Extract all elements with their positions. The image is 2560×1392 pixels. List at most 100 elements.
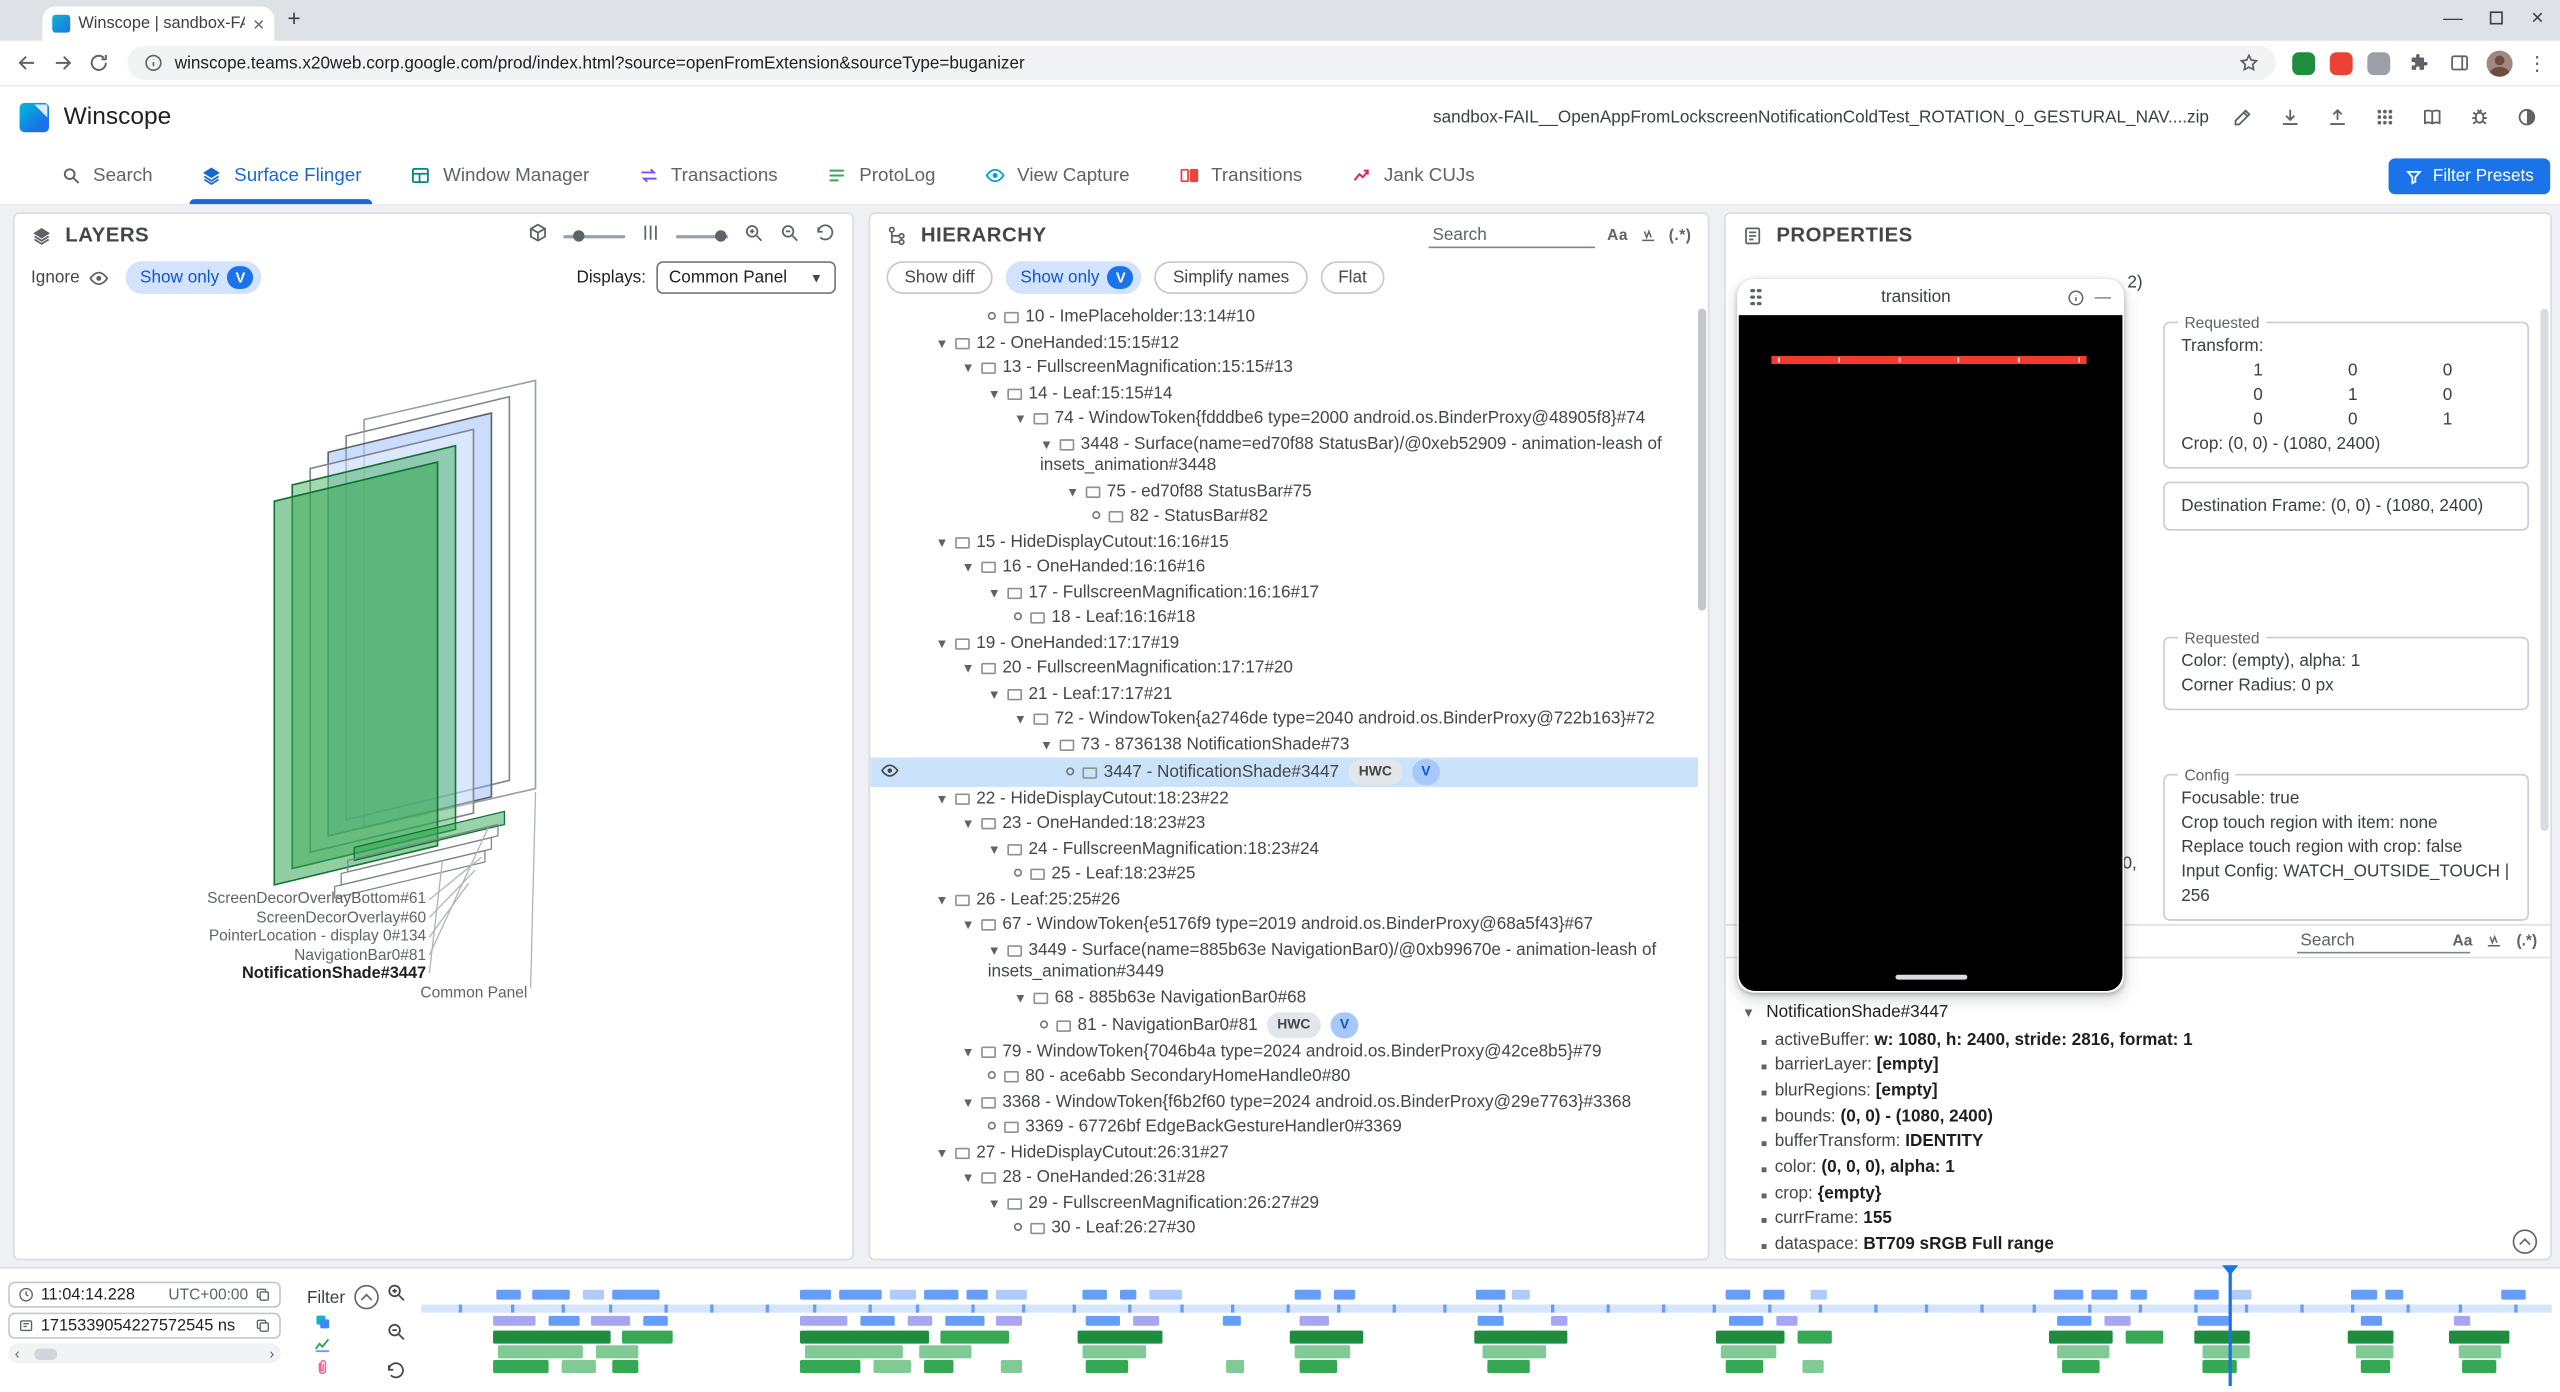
collapse-properties-button[interactable] — [2513, 1229, 2537, 1253]
tree-node[interactable]: ▼29 - FullscreenMagnification:26:27#29 — [870, 1191, 1698, 1216]
transition-floating-card[interactable]: transition — — [1737, 279, 2124, 992]
edit-icon[interactable] — [2230, 104, 2256, 130]
back-icon[interactable] — [13, 50, 39, 76]
drag-handle-icon[interactable] — [1750, 287, 1765, 307]
expand-chevron-icon[interactable]: ▼ — [988, 687, 1001, 702]
tree-node[interactable]: ▼68 - 885b63e NavigationBar0#68 — [870, 985, 1698, 1010]
download-icon[interactable] — [2278, 104, 2304, 130]
tree-node[interactable]: ▼27 - HideDisplayCutout:26:31#27 — [870, 1140, 1698, 1165]
expand-chevron-icon[interactable]: ▼ — [962, 816, 975, 831]
tree-node[interactable]: ▼22 - HideDisplayCutout:18:23#22 — [870, 786, 1698, 811]
tree-node[interactable]: 3447 - NotificationShade#3447HWCV — [870, 758, 1698, 787]
expand-chevron-icon[interactable]: ▼ — [962, 1171, 975, 1186]
tree-node[interactable]: ▼26 - Leaf:25:25#26 — [870, 887, 1698, 912]
ignore-toggle[interactable]: Ignore — [31, 267, 109, 288]
expand-chevron-icon[interactable]: ▼ — [988, 1196, 1001, 1211]
timeline-row-4[interactable] — [421, 1345, 2552, 1358]
properties-root-node[interactable]: ▼ NotificationShade#3447 — [1726, 999, 2550, 1028]
tree-node[interactable]: ▼3448 - Surface(name=ed70f88 StatusBar)/… — [870, 432, 1698, 479]
browser-menu-icon[interactable]: ⋮ — [2527, 51, 2547, 74]
info-icon[interactable] — [2067, 288, 2085, 306]
property-row[interactable]: barrierLayer: [empty] — [1726, 1053, 2550, 1079]
copy-timestamp-icon[interactable] — [255, 1318, 271, 1334]
layers-3d-canvas[interactable]: ScreenDecorOverlayBottom#61ScreenDecorOv… — [15, 305, 853, 1258]
expand-chevron-icon[interactable]: ▼ — [962, 918, 975, 933]
show-diff-button[interactable]: Show diff — [887, 261, 993, 294]
url-bar[interactable]: winscope.teams.x20web.corp.google.com/pr… — [127, 46, 2276, 80]
collapse-timeline-button[interactable] — [355, 1285, 379, 1309]
expand-chevron-icon[interactable]: ▼ — [936, 535, 949, 550]
extensions-puzzle-icon[interactable] — [2405, 50, 2431, 76]
tree-node[interactable]: ▼23 - OneHanded:18:23#23 — [870, 811, 1698, 836]
layer-label[interactable]: ScreenDecorOverlayBottom#61 — [207, 890, 426, 909]
expand-chevron-icon[interactable]: ▼ — [988, 386, 1001, 401]
timeline-row-1[interactable] — [421, 1304, 2552, 1312]
tree-node[interactable]: ▼79 - WindowToken{7046b4a type=2024 andr… — [870, 1039, 1698, 1064]
tree-node[interactable]: ▼72 - WindowToken{a2746de type=2040 andr… — [870, 707, 1698, 732]
expand-chevron-icon[interactable]: ▼ — [1040, 437, 1053, 452]
tab-search[interactable]: Search — [36, 147, 177, 204]
window-maximize-button[interactable] — [2490, 11, 2503, 24]
tree-node[interactable]: ▼24 - FullscreenMagnification:18:23#24 — [870, 837, 1698, 862]
property-row[interactable]: crop: {empty} — [1726, 1182, 2550, 1208]
current-time-field[interactable]: 11:04:14.228 UTC+00:00 — [8, 1282, 281, 1308]
upload-icon[interactable] — [2325, 104, 2351, 130]
tree-node[interactable]: ▼19 - OneHanded:17:17#19 — [870, 631, 1698, 656]
properties-scrollbar[interactable] — [2540, 309, 2548, 831]
expand-chevron-icon[interactable]: ▼ — [1040, 737, 1053, 752]
tree-node[interactable]: 80 - ace6abb SecondaryHomeHandle0#80 — [870, 1064, 1698, 1089]
tree-node[interactable]: ▼75 - ed70f88 StatusBar#75 — [870, 479, 1698, 504]
tree-node[interactable]: 10 - ImePlaceholder:13:14#10 — [870, 305, 1698, 330]
minimize-card-icon[interactable]: — — [2095, 288, 2111, 306]
layer-label[interactable]: ScreenDecorOverlay#60 — [256, 909, 426, 928]
displays-select[interactable]: Common Panel ▼ — [656, 261, 836, 294]
tree-node[interactable]: ▼3449 - Surface(name=885b63e NavigationB… — [870, 938, 1698, 985]
property-row[interactable]: bounds: (0, 0) - (1080, 2400) — [1726, 1105, 2550, 1131]
tree-node[interactable]: ▼67 - WindowToken{e5176f9 type=2019 andr… — [870, 913, 1698, 938]
property-row[interactable]: blurRegions: [empty] — [1726, 1079, 2550, 1105]
bookmark-star-icon[interactable] — [2238, 52, 2259, 73]
hierarchy-search-input[interactable] — [1429, 223, 1596, 247]
layer-label[interactable]: NotificationShade#3447 — [242, 965, 426, 984]
tab-protolog[interactable]: ProtoLog — [802, 147, 960, 204]
forward-icon[interactable] — [49, 50, 75, 76]
property-row[interactable]: color: (0, 0, 0), alpha: 1 — [1726, 1156, 2550, 1182]
extension-icon-green[interactable] — [2292, 51, 2315, 74]
layer-label[interactable]: PointerLocation - display 0#134 — [209, 927, 426, 946]
current-ns-field[interactable]: 1715339054227572545 ns — [8, 1313, 281, 1339]
side-panel-icon[interactable] — [2446, 50, 2472, 76]
timeline-hscroll[interactable]: ‹ › — [8, 1344, 281, 1364]
timeline-zoom-in-button[interactable] — [385, 1282, 406, 1303]
tree-node[interactable]: ▼73 - 8736138 NotificationShade#73 — [870, 732, 1698, 757]
hierarchy-scrollbar[interactable] — [1698, 309, 1706, 611]
expand-chevron-icon[interactable]: ▼ — [936, 336, 949, 351]
timeline-zoom-out-button[interactable] — [385, 1321, 406, 1342]
reset-camera-button[interactable] — [815, 222, 836, 248]
timeline-cursor[interactable] — [2228, 1269, 2231, 1387]
layer-label[interactable]: NavigationBar0#81 — [294, 946, 426, 965]
tab-jank-cujs[interactable]: Jank CUJs — [1327, 147, 1499, 204]
tree-node[interactable]: ▼13 - FullscreenMagnification:15:15#13 — [870, 356, 1698, 381]
visibility-icon[interactable] — [880, 761, 900, 781]
tree-node[interactable]: ▼12 - OneHanded:15:15#12 — [870, 331, 1698, 356]
tree-node[interactable]: 30 - Leaf:26:27#30 — [870, 1216, 1698, 1241]
properties-search-input[interactable] — [2297, 929, 2470, 953]
expand-chevron-icon[interactable]: ▼ — [936, 1145, 949, 1160]
show-only-filter-chip[interactable]: Show only V — [1006, 261, 1142, 294]
tree-node[interactable]: ▼15 - HideDisplayCutout:16:16#15 — [870, 530, 1698, 555]
tab-close-icon[interactable]: × — [253, 14, 264, 34]
flat-button[interactable]: Flat — [1320, 261, 1385, 294]
timeline-row-0[interactable] — [421, 1290, 2552, 1300]
tree-node[interactable]: ▼74 - WindowToken{fdddbe6 type=2000 andr… — [870, 407, 1698, 432]
extension-icon-red[interactable] — [2330, 51, 2353, 74]
expand-chevron-icon[interactable]: ▼ — [962, 1095, 975, 1110]
layer-label[interactable]: Common Panel — [420, 984, 527, 1003]
report-bug-icon[interactable] — [2467, 104, 2493, 130]
copy-time-icon[interactable] — [255, 1287, 271, 1303]
tab-surface-flinger[interactable]: Surface Flinger — [177, 147, 386, 204]
expand-chevron-icon[interactable]: ▼ — [962, 1044, 975, 1059]
show-only-filter-chip[interactable]: Show only V — [125, 261, 261, 294]
dark-mode-icon[interactable] — [2514, 104, 2540, 130]
property-row[interactable]: currFrame: 155 — [1726, 1207, 2550, 1233]
property-row[interactable]: bufferTransform: IDENTITY — [1726, 1130, 2550, 1156]
